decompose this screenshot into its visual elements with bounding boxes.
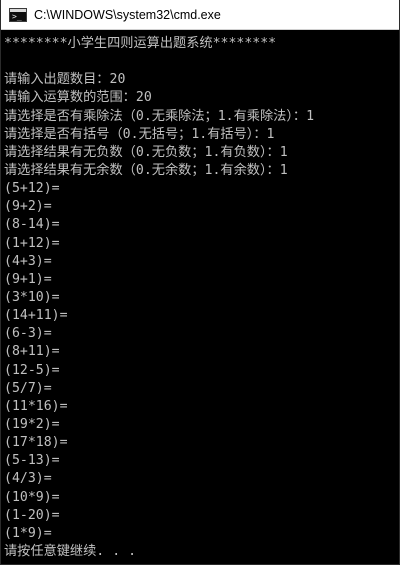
console-line: (3*10)= — [4, 289, 60, 305]
console-line: (19*2)= — [4, 416, 60, 432]
cmd-icon-glyph: >_ — [12, 11, 22, 21]
console-line: (9+2)= — [4, 199, 52, 215]
console-line: (17*18)= — [4, 435, 68, 451]
console-line: (1*9)= — [4, 525, 52, 541]
console-line: (11*16)= — [4, 398, 68, 414]
console-line: 请选择是否有乘除法（0.无乘除法；1.有乘除法）：1 — [4, 108, 315, 124]
console-line: (6-3)= — [4, 326, 52, 342]
console-line: (10*9)= — [4, 489, 60, 505]
console-line: (5-13)= — [4, 453, 60, 469]
console-line: (8+11)= — [4, 344, 60, 360]
console-line: (14+11)= — [4, 308, 68, 324]
console-line: (9+1)= — [4, 271, 52, 287]
console-line: (4+3)= — [4, 253, 52, 269]
console-line: ********小学生四则运算出题系统******** — [4, 36, 277, 51]
console-line: (5/7)= — [4, 380, 52, 396]
cmd-icon[interactable]: >_ — [9, 7, 27, 22]
console-line: (4/3)= — [4, 471, 52, 487]
console-line: (1+12)= — [4, 235, 60, 251]
window-title: C:\WINDOWS\system32\cmd.exe — [34, 7, 221, 22]
console-line: (8-14)= — [4, 217, 60, 233]
console-line: (12-5)= — [4, 362, 60, 378]
console-line: 请输入运算数的范围：20 — [4, 90, 152, 106]
console-line: (5+12)= — [4, 181, 60, 197]
console-line: 请按任意键继续. . . — [4, 543, 137, 559]
console-line: 请选择结果有无余数（0.无余数；1.有余数）：1 — [4, 162, 288, 178]
console-line: 请选择结果有无负数（0.无负数；1.有负数）：1 — [4, 144, 288, 160]
console-line: 请输入出题数目：20 — [4, 72, 126, 88]
console-line: (1-20)= — [4, 507, 60, 523]
console-line: 请选择是否有括号（0.无括号；1.有括号）：1 — [4, 126, 275, 142]
title-bar[interactable]: >_ C:\WINDOWS\system32\cmd.exe — [1, 0, 399, 30]
console-output[interactable]: ********小学生四则运算出题系统******** 请输入出题数目：20 请输入… — [4, 35, 395, 564]
cmd-window: >_ C:\WINDOWS\system32\cmd.exe ********小… — [0, 0, 400, 565]
